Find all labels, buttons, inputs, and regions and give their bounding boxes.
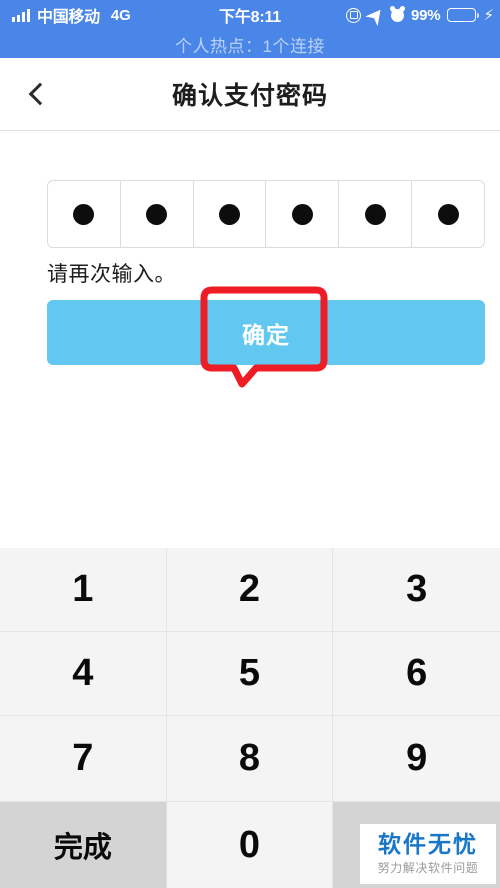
rotation-lock-icon: [346, 7, 362, 23]
status-bar-right: 99% ⚡: [346, 0, 494, 30]
hint-text: 请再次输入。: [47, 263, 176, 286]
watermark-title: 软件无忧: [378, 830, 478, 857]
watermark: 软件无忧 努力解决软件问题: [360, 824, 496, 884]
battery-percent-label: 99%: [411, 6, 441, 24]
key-done[interactable]: 完成: [0, 802, 167, 888]
clock-label: 下午8:11: [219, 9, 281, 26]
pin-dot-icon: [146, 203, 168, 225]
key-1[interactable]: 1: [0, 548, 167, 632]
pin-input-field[interactable]: [47, 180, 485, 248]
key-6[interactable]: 6: [333, 632, 500, 716]
page-title: 确认支付密码: [171, 82, 328, 110]
location-arrow-icon: [365, 4, 387, 26]
watermark-subtitle: 努力解决软件问题: [377, 861, 479, 876]
pin-cell[interactable]: [412, 181, 484, 247]
battery-full-icon: [447, 8, 480, 22]
key-2[interactable]: 2: [166, 548, 334, 632]
status-bar: 中国移动 4G 下午8:11 99% ⚡: [0, 0, 500, 30]
key-9[interactable]: 9: [333, 716, 500, 802]
pin-cell[interactable]: [266, 181, 340, 247]
hotspot-banner-label: 个人热点：1个连接: [175, 36, 325, 56]
charging-bolt-icon: ⚡: [483, 6, 494, 24]
navigation-bar: 确认支付密码: [0, 58, 500, 131]
pin-dot-icon: [73, 203, 95, 225]
annotation-callout: [200, 286, 328, 388]
alarm-clock-icon: [391, 8, 405, 22]
key-8[interactable]: 8: [166, 716, 334, 802]
phone-screen: 中国移动 4G 下午8:11 99% ⚡ 个人热点：1个连接 确认支付密码 请再…: [0, 0, 500, 888]
pin-cell[interactable]: [121, 181, 194, 247]
key-0[interactable]: 0: [166, 802, 334, 888]
key-5[interactable]: 5: [166, 632, 334, 716]
key-3[interactable]: 3: [333, 548, 500, 632]
pin-dot-icon: [364, 203, 386, 225]
pin-dot-icon: [437, 203, 459, 225]
hotspot-banner[interactable]: 个人热点：1个连接: [0, 30, 500, 58]
key-4[interactable]: 4: [0, 632, 167, 716]
pin-dot-icon: [219, 203, 241, 225]
pin-cell[interactable]: [194, 181, 267, 247]
pin-dot-icon: [291, 203, 313, 225]
key-7[interactable]: 7: [0, 716, 167, 802]
pin-cell[interactable]: [339, 181, 413, 247]
callout-outline: [200, 286, 328, 388]
pin-cell[interactable]: [48, 181, 121, 247]
